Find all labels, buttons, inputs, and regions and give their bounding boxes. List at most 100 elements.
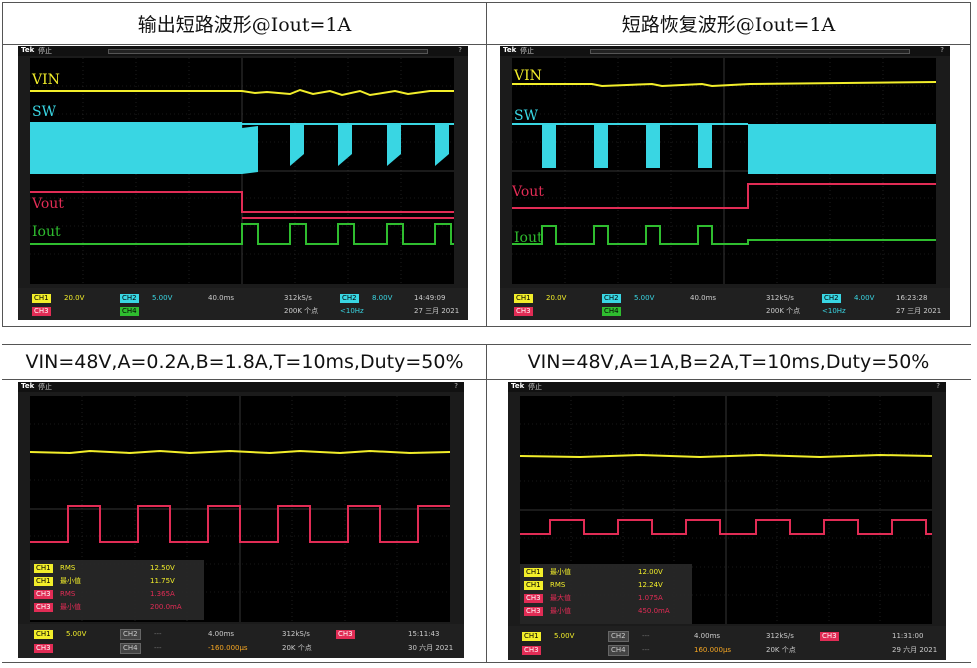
sample-rate: 312kS/s <box>766 294 794 302</box>
ch3-tag[interactable]: CH3 <box>522 646 541 655</box>
sw-burst <box>542 124 556 168</box>
table-border-right <box>970 2 971 327</box>
ch2-tag[interactable]: CH2 <box>608 631 629 642</box>
label-vout: Vout <box>512 184 544 200</box>
clock-date: 27 三月 2021 <box>896 307 942 315</box>
ch4-tag[interactable]: CH4 <box>120 643 141 654</box>
label-iout: Iout <box>32 224 61 240</box>
stop-status: 停止 <box>38 383 52 391</box>
help-icon[interactable]: ? <box>458 46 462 54</box>
ch2-tag[interactable]: CH2 <box>120 629 141 640</box>
record-bar <box>108 49 428 54</box>
brand-logo: Tek <box>21 382 35 390</box>
meas-ch: CH1 <box>524 581 543 590</box>
title-recovery: 短路恢复波形@Iout=1A <box>487 3 970 44</box>
ch4-tag[interactable]: CH4 <box>120 307 139 316</box>
meas-name: 最小值 <box>60 603 81 611</box>
label-vout: Vout <box>32 196 64 212</box>
trigger-source[interactable]: CH2 <box>822 294 841 303</box>
sample-rate: 312kS/s <box>766 632 794 640</box>
clock-date: 30 六月 2021 <box>408 644 454 652</box>
record-points: 200K 个点 <box>284 307 319 315</box>
meas-value: 11.75V <box>150 577 175 585</box>
clock-time: 15:11:43 <box>408 630 440 638</box>
record-points: 20K 个点 <box>282 644 312 652</box>
brand-logo: Tek <box>511 382 525 390</box>
title-short-circuit: 输出短路波形@Iout=1A <box>3 3 486 44</box>
horizontal-offset: -160.000µs <box>208 644 248 652</box>
ch2-scale: 5.00V <box>152 294 173 302</box>
timebase: 4.00ms <box>208 630 235 638</box>
meas-value: 12.24V <box>638 581 663 589</box>
iout-trace <box>30 223 454 245</box>
ch4-tag[interactable]: CH4 <box>608 645 629 656</box>
title-load2: VIN=48V,A=1A,B=2A,T=10ms,Duty=50% <box>487 345 970 379</box>
waveforms <box>30 58 454 284</box>
help-icon[interactable]: ? <box>454 382 458 390</box>
scope-screen: CH1 RMS 12.50V CH1 最小值 11.75V CH3 RMS 1.… <box>30 396 450 622</box>
help-icon[interactable]: ? <box>936 382 940 390</box>
meas-name: RMS <box>550 581 566 589</box>
scope-recovery: Tek 停止 ? VIN SW Vout Iout CH1 20.0V CH2 … <box>500 46 950 320</box>
meas-value: 1.365A <box>150 590 175 598</box>
trigger-source[interactable]: CH2 <box>340 294 359 303</box>
sw-burst <box>30 122 242 174</box>
brand-logo: Tek <box>21 46 35 54</box>
ch1-scale: 5.00V <box>66 630 87 638</box>
help-icon[interactable]: ? <box>940 46 944 54</box>
waveforms <box>512 58 936 284</box>
ch1-tag[interactable]: CH1 <box>514 294 533 303</box>
title-load1: VIN=48V,A=0.2A,B=1.8A,T=10ms,Duty=50% <box>3 345 486 379</box>
scope-screen: VIN SW Vout Iout <box>30 58 454 284</box>
ch1-scale: 5.00V <box>554 632 575 640</box>
ch2-scale: 5.00V <box>634 294 655 302</box>
trigger-frequency: <10Hz <box>340 307 364 315</box>
meas-value: 12.50V <box>150 564 175 572</box>
ch1-tag[interactable]: CH1 <box>34 630 53 639</box>
label-vin: VIN <box>32 72 60 88</box>
meas-name: 最大值 <box>550 594 571 602</box>
trigger-source[interactable]: CH3 <box>820 632 839 641</box>
scope-status-bar: CH1 20.0V CH2 5.00V CH3 CH4 40.0ms 312kS… <box>500 288 950 320</box>
table-border-left <box>2 2 3 327</box>
clock-time: 16:23:28 <box>896 294 928 302</box>
table-divider-mid <box>486 344 487 663</box>
sw-burst <box>698 124 712 168</box>
vout-trace <box>30 191 454 213</box>
label-vin: VIN <box>514 68 542 84</box>
ch3-tag[interactable]: CH3 <box>34 644 53 653</box>
stop-status: 停止 <box>520 47 534 55</box>
ch4-tag[interactable]: CH4 <box>602 307 621 316</box>
ch3-tag[interactable]: CH3 <box>32 307 51 316</box>
meas-value: 450.0mA <box>638 607 670 615</box>
ch2-tag[interactable]: CH2 <box>120 294 139 303</box>
meas-value: 200.0mA <box>150 603 182 611</box>
scope-load1: Tek 停止 ? CH1 RMS 12.50V CH1 最小值 11.75V C… <box>18 382 464 658</box>
ch1-tag[interactable]: CH1 <box>32 294 51 303</box>
stop-status: 停止 <box>528 383 542 391</box>
record-points: 200K 个点 <box>766 307 801 315</box>
ch2-tag[interactable]: CH2 <box>602 294 621 303</box>
scope-topbar: Tek 停止 ? <box>18 46 468 56</box>
meas-ch: CH1 <box>34 577 53 586</box>
ch1-tag[interactable]: CH1 <box>522 632 541 641</box>
trigger-level: 8.00V <box>372 294 393 302</box>
ch2-value: --- <box>642 632 650 640</box>
sw-burst <box>646 124 660 168</box>
meas-name: RMS <box>60 564 76 572</box>
sw-burst <box>594 124 608 168</box>
clock-time: 14:49:09 <box>414 294 446 302</box>
timebase: 40.0ms <box>208 294 235 302</box>
scope-status-bar: CH1 20.0V CH2 5.00V CH3 CH4 40.0ms 312kS… <box>18 288 468 320</box>
label-iout: Iout <box>514 230 543 246</box>
clock-time: 11:31:00 <box>892 632 924 640</box>
table-divider-mid <box>486 2 487 327</box>
scope-status-bar: CH1 5.00V CH2 --- CH3 CH4 --- 4.00ms -16… <box>18 624 464 658</box>
sample-rate: 312kS/s <box>284 294 312 302</box>
meas-ch: CH3 <box>34 603 53 612</box>
timebase: 4.00ms <box>694 632 721 640</box>
scope-screen: CH1 最小值 12.00V CH1 RMS 12.24V CH3 最大值 1.… <box>520 396 932 624</box>
trigger-source[interactable]: CH3 <box>336 630 355 639</box>
sw-burst <box>435 124 449 166</box>
ch3-tag[interactable]: CH3 <box>514 307 533 316</box>
